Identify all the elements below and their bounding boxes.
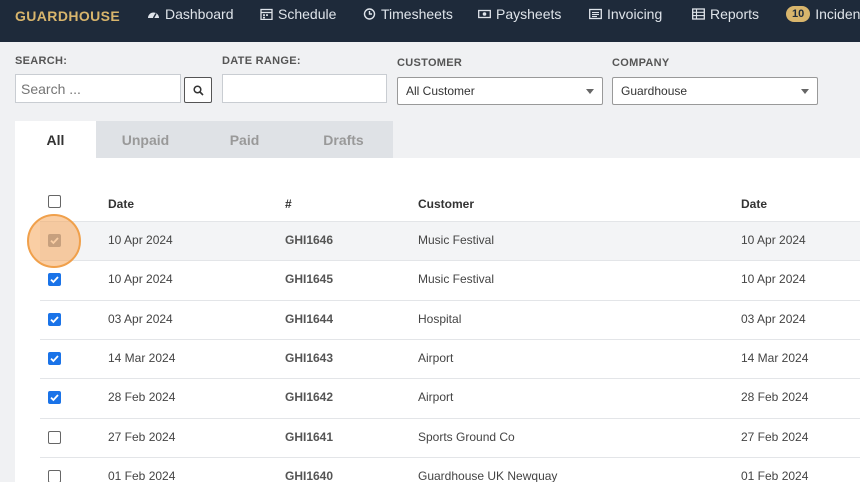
nav-invoicing[interactable]: Invoicing	[589, 6, 662, 22]
nav-reports[interactable]: Reports	[692, 6, 759, 22]
invoice-number: GHI1646	[285, 233, 334, 247]
invoice-date: 28 Feb 2024	[108, 390, 176, 404]
invoice-customer: Sports Ground Co	[418, 430, 515, 444]
invoice-number: GHI1643	[285, 351, 334, 365]
invoice-due-date: 14 Mar 2024	[741, 351, 809, 365]
customer-label: CUSTOMER	[397, 57, 463, 69]
money-icon	[478, 8, 491, 20]
calendar-icon	[260, 8, 273, 20]
date-range-input[interactable]	[222, 74, 387, 103]
invoice-due-date: 27 Feb 2024	[741, 430, 809, 444]
invoice-customer: Hospital	[418, 312, 462, 326]
table-row[interactable]: 27 Feb 2024 GHI1641 Sports Ground Co 27 Feb…	[40, 418, 860, 457]
search-icon	[192, 84, 204, 96]
nav-timesheets[interactable]: Timesheets	[363, 6, 453, 22]
search-label: SEARCH:	[15, 55, 68, 67]
invoice-date: 03 Apr 2024	[108, 312, 173, 326]
tab-drafts[interactable]: Drafts	[294, 121, 393, 158]
top-navigation: GUARDHOUSE Dashboard Schedule Timesheets…	[0, 0, 860, 42]
invoice-due-date: 01 Feb 2024	[741, 469, 809, 482]
date-range-label: DATE RANGE:	[222, 55, 301, 67]
reports-icon	[692, 8, 705, 20]
invoice-due-date: 10 Apr 2024	[741, 272, 806, 286]
invoice-customer: Airport	[418, 390, 454, 404]
nav-incidents-label: Incident	[815, 6, 860, 22]
checkmark-icon	[50, 394, 59, 402]
column-header-number[interactable]: #	[285, 197, 292, 211]
column-header-customer[interactable]: Customer	[418, 197, 474, 211]
column-header-due-date[interactable]: Date	[741, 197, 767, 211]
invoice-date: 01 Feb 2024	[108, 469, 176, 482]
search-input[interactable]	[15, 74, 181, 103]
brand-logo[interactable]: GUARDHOUSE	[15, 8, 120, 24]
nav-timesheets-label: Timesheets	[381, 6, 453, 22]
nav-reports-label: Reports	[710, 6, 760, 22]
nav-dashboard[interactable]: Dashboard	[147, 6, 234, 22]
invoice-due-date: 10 Apr 2024	[741, 233, 806, 247]
invoice-customer: Music Festival	[418, 272, 495, 286]
row-checkbox[interactable]	[48, 470, 61, 482]
nav-dashboard-label: Dashboard	[165, 6, 234, 22]
row-checkbox[interactable]	[48, 273, 61, 286]
invoice-date: 27 Feb 2024	[108, 430, 176, 444]
invoice-date: 14 Mar 2024	[108, 351, 176, 365]
invoice-number: GHI1640	[285, 469, 334, 482]
click-highlight-ring	[27, 214, 81, 268]
nav-invoicing-label: Invoicing	[607, 6, 663, 22]
table-row[interactable]: 14 Mar 2024 GHI1643 Airport 14 Mar 2024	[40, 339, 860, 378]
table-row[interactable]: 01 Feb 2024 GHI1640 Guardhouse UK Newquay 0…	[40, 457, 860, 482]
customer-select-value: All Customer	[406, 84, 475, 98]
table-row[interactable]: 28 Feb 2024 GHI1642 Airport 28 Feb 2024	[40, 378, 860, 417]
column-header-date[interactable]: Date	[108, 197, 134, 211]
invoice-number: GHI1644	[285, 312, 334, 326]
company-select[interactable]: Guardhouse	[612, 77, 818, 105]
tab-paid[interactable]: Paid	[195, 121, 294, 158]
table-row[interactable]: 03 Apr 2024 GHI1644 Hospital 03 Apr 2024	[40, 300, 860, 339]
select-all-checkbox[interactable]	[48, 195, 61, 208]
checkmark-icon	[50, 276, 59, 284]
invoice-customer: Airport	[418, 351, 454, 365]
row-checkbox[interactable]	[48, 391, 61, 404]
incidents-count-badge: 10	[786, 6, 811, 22]
table-row[interactable]: 10 Apr 2024 GHI1646 Music Festival 10 Apr 2…	[40, 221, 860, 260]
chevron-down-icon	[801, 88, 809, 94]
invoice-number: GHI1642	[285, 390, 334, 404]
row-checkbox[interactable]	[48, 313, 61, 326]
invoice-date: 10 Apr 2024	[108, 272, 173, 286]
clock-icon	[363, 8, 376, 20]
table-row[interactable]: 10 Apr 2024 GHI1645 Music Festival 10 Apr 2…	[40, 260, 860, 299]
invoice-due-date: 28 Feb 2024	[741, 390, 809, 404]
nav-paysheets[interactable]: Paysheets	[478, 6, 561, 22]
nav-incidents[interactable]: 10 Incident	[786, 6, 860, 22]
invoice-icon	[589, 8, 602, 20]
invoice-customer: Guardhouse UK Newquay	[418, 469, 558, 482]
checkmark-icon	[50, 316, 59, 324]
nav-schedule-label: Schedule	[278, 6, 337, 22]
search-button[interactable]	[184, 77, 212, 103]
row-checkbox[interactable]	[48, 352, 61, 365]
tab-unpaid[interactable]: Unpaid	[96, 121, 195, 158]
invoice-number: GHI1645	[285, 272, 334, 286]
chevron-down-icon	[586, 88, 594, 94]
invoice-number: GHI1641	[285, 430, 334, 444]
invoice-customer: Music Festival	[418, 233, 495, 247]
nav-paysheets-label: Paysheets	[496, 6, 562, 22]
nav-schedule[interactable]: Schedule	[260, 6, 336, 22]
dashboard-icon	[147, 8, 160, 20]
customer-select[interactable]: All Customer	[397, 77, 603, 105]
invoice-tabs: All Unpaid Paid Drafts	[15, 121, 393, 158]
checkmark-icon	[50, 355, 59, 363]
tab-all[interactable]: All	[15, 121, 96, 158]
company-label: COMPANY	[612, 57, 670, 69]
invoice-date: 10 Apr 2024	[108, 233, 173, 247]
company-select-value: Guardhouse	[621, 84, 688, 98]
invoice-due-date: 03 Apr 2024	[741, 312, 806, 326]
row-checkbox[interactable]	[48, 431, 61, 444]
